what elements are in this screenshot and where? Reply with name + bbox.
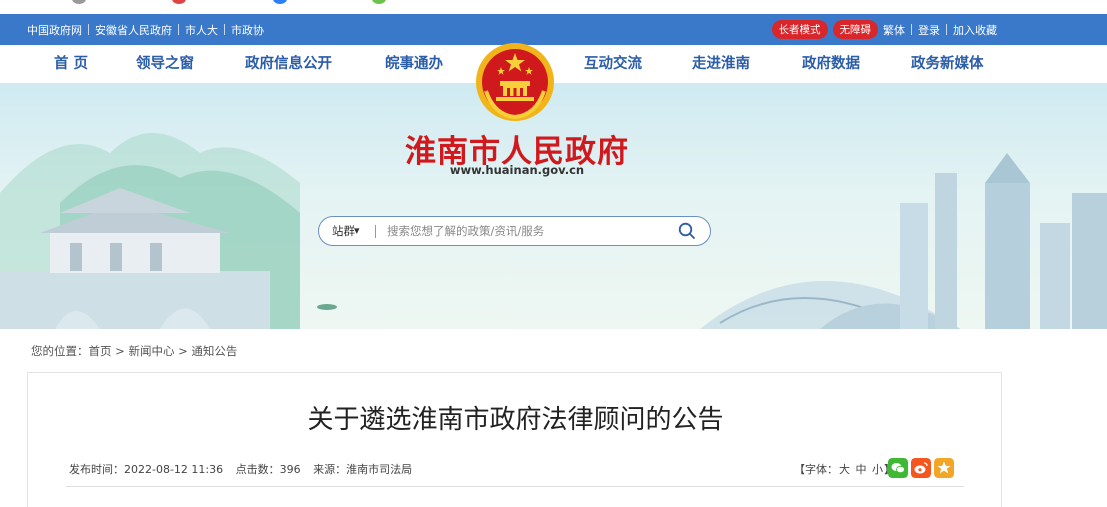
- breadcrumb-notices[interactable]: 通知公告: [191, 344, 237, 358]
- article-meta: 发布时间：2022-08-12 11:36 点击数：396 来源：淮南市司法局: [69, 461, 421, 477]
- top-link-npc[interactable]: 市人大: [185, 22, 218, 38]
- breadcrumb-news-center[interactable]: 新闻中心: [128, 344, 174, 358]
- top-link-gov[interactable]: 中国政府网: [27, 22, 82, 38]
- stub-icon: [172, 0, 186, 4]
- breadcrumb: 您的位置：首页 > 新闻中心 > 通知公告: [31, 343, 237, 359]
- font-size-small[interactable]: 小: [872, 463, 883, 476]
- divider: [88, 24, 89, 35]
- search-scope-select[interactable]: 站群: [332, 217, 355, 245]
- font-size-label: 【字体：: [794, 463, 838, 476]
- add-favorite-link[interactable]: 加入收藏: [953, 22, 997, 38]
- stub-icon: [372, 0, 386, 4]
- publish-time: 发布时间：2022-08-12 11:36: [69, 463, 224, 476]
- accessibility-button[interactable]: 无障碍: [832, 20, 878, 39]
- nav-item-services[interactable]: 皖事通办: [385, 45, 443, 83]
- browser-stub-row: [0, 0, 1107, 14]
- top-right-tools: 长者模式 无障碍 繁体 登录 加入收藏: [771, 14, 997, 45]
- font-size-medium[interactable]: 中: [856, 463, 867, 476]
- nav-item-leaders[interactable]: 领导之窗: [136, 45, 194, 83]
- divider: [911, 24, 912, 35]
- divider: [375, 225, 376, 238]
- elder-mode-button[interactable]: 长者模式: [771, 20, 828, 39]
- divider: [946, 24, 947, 35]
- traditional-chinese-link[interactable]: 繁体: [883, 22, 905, 38]
- search-input[interactable]: [387, 222, 667, 240]
- article-source: 来源：淮南市司法局: [313, 463, 413, 476]
- top-link-cppcc[interactable]: 市政协: [231, 22, 264, 38]
- nav-item-interaction[interactable]: 互动交流: [584, 45, 642, 83]
- nav-item-about-huainan[interactable]: 走进淮南: [692, 45, 750, 83]
- divider: [178, 24, 179, 35]
- top-links: 中国政府网 安徽省人民政府 市人大 市政协: [27, 14, 264, 45]
- favorite-star-icon[interactable]: [934, 458, 954, 478]
- font-size-control: 【字体：大 中 小】: [794, 461, 895, 477]
- font-size-large[interactable]: 大: [839, 463, 850, 476]
- weibo-icon[interactable]: [911, 458, 931, 478]
- login-link[interactable]: 登录: [918, 22, 940, 38]
- article-title: 关于遴选淮南市政府法律顾问的公告: [307, 405, 724, 435]
- stub-icon: [273, 0, 287, 4]
- search-icon[interactable]: [678, 222, 696, 240]
- view-count: 点击数：396: [235, 463, 301, 476]
- chevron-down-icon[interactable]: ▾: [354, 224, 360, 237]
- breadcrumb-separator: >: [115, 344, 125, 358]
- site-url: www.huainan.gov.cn: [449, 163, 585, 177]
- breadcrumb-home[interactable]: 首页: [89, 344, 112, 358]
- divider: [224, 24, 225, 35]
- breadcrumb-prefix: 您的位置：: [31, 344, 89, 358]
- breadcrumb-separator: >: [178, 344, 188, 358]
- national-emblem-icon: [476, 43, 554, 121]
- article-card: 关于遴选淮南市政府法律顾问的公告 发布时间：2022-08-12 11:36 点…: [27, 372, 1002, 507]
- nav-item-info-disclosure[interactable]: 政府信息公开: [245, 45, 332, 83]
- nav-item-new-media[interactable]: 政务新媒体: [911, 45, 984, 83]
- wechat-icon[interactable]: [888, 458, 908, 478]
- stub-icon: [72, 0, 86, 4]
- top-link-anhui[interactable]: 安徽省人民政府: [95, 22, 172, 38]
- meta-divider: [66, 486, 964, 487]
- nav-item-gov-data[interactable]: 政府数据: [802, 45, 860, 83]
- nav-item-home[interactable]: 首 页: [54, 45, 88, 83]
- search-box: 站群 ▾: [318, 216, 711, 246]
